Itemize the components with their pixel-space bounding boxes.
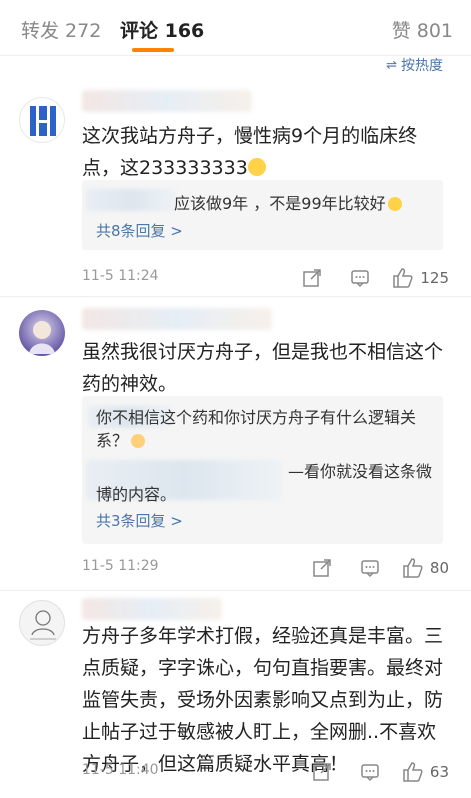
comment-icon[interactable] — [336, 266, 384, 290]
user-avatar[interactable] — [19, 600, 65, 646]
tab-likes[interactable]: 赞 801 — [392, 16, 453, 43]
comment-item: 虽然我很讨厌方舟子，但是我也不相信这个药的神效。 你不相信这个药和你讨厌方舟子有… — [0, 300, 471, 590]
comment-divider — [0, 590, 471, 591]
tearful-emoji — [387, 197, 402, 211]
user-avatar[interactable] — [19, 97, 65, 143]
repost-icon[interactable] — [288, 266, 336, 290]
like-button[interactable]: 80 — [402, 557, 449, 579]
repost-icon[interactable] — [298, 760, 346, 784]
cross-emoji — [131, 434, 146, 448]
reply-text: 你不相信这个药和你讨厌方舟子有什么逻辑关系？ — [96, 408, 417, 450]
reply-text: —看你就没看这条微博的内容。 — [96, 462, 433, 504]
comment-item: 方舟子多年学术打假，经验还真是丰富。三点质疑，字字诛心，句句直指要害。最终对监管… — [0, 594, 471, 798]
smile-emoji — [247, 158, 266, 176]
comment-item: 这次我站方舟子，慢性病9个月的临床终点，这233333333 应该做9年 ，不是… — [0, 86, 471, 296]
more-replies-link[interactable]: 共3条回复 > — [96, 510, 183, 531]
thumbs-up-icon — [392, 267, 414, 289]
comment-time: 11-5 11:40 — [82, 762, 159, 778]
comment-text: 虽然我很讨厌方舟子，但是我也不相信这个药的神效。 — [82, 341, 444, 395]
reply-preview[interactable]: 应该做9年 ，不是99年比较好 共8条回复 > — [82, 180, 443, 250]
comment-tabs-bar: 转发 272 评论 166 赞 801 — [0, 0, 471, 56]
comment-time: 11-5 11:29 — [82, 558, 159, 574]
comment-text: 这次我站方舟子，慢性病9个月的临床终点，这233333333 — [82, 125, 418, 179]
comment-divider — [0, 296, 471, 297]
reply-text: 应该做9年 ，不是99年比较好 — [174, 190, 402, 214]
repost-icon[interactable] — [298, 556, 346, 580]
tab-comments[interactable]: 评论 166 — [120, 16, 204, 43]
like-button[interactable]: 63 — [402, 761, 449, 783]
more-replies-link[interactable]: 共8条回复 > — [96, 220, 183, 241]
comment-actions: 125 — [288, 266, 449, 290]
sort-by-hot-button[interactable]: ⇌ 按热度 — [386, 55, 443, 75]
comment-actions: 63 — [298, 760, 449, 784]
comment-icon[interactable] — [346, 556, 394, 580]
anime-avatar-icon — [29, 321, 55, 354]
logo-avatar-icon — [30, 106, 56, 136]
comment-text: 方舟子多年学术打假，经验还真是丰富。三点质疑，字字诛心，句句直指要害。最终对监管… — [82, 625, 444, 775]
comment-icon[interactable] — [346, 760, 394, 784]
blurred-username[interactable] — [82, 90, 252, 112]
like-count: 63 — [429, 763, 449, 781]
comment-actions: 80 — [298, 556, 449, 580]
active-tab-indicator — [132, 48, 174, 52]
sketch-avatar-icon — [30, 610, 56, 640]
thumbs-up-icon — [402, 761, 424, 783]
thumbs-up-icon — [402, 557, 424, 579]
blurred-username[interactable] — [82, 598, 222, 620]
like-button[interactable]: 125 — [392, 267, 449, 289]
tab-repost[interactable]: 转发 272 — [21, 16, 101, 43]
user-avatar[interactable] — [19, 310, 65, 356]
sort-lines-icon: ⇌ — [386, 57, 397, 73]
blurred-reply-user — [86, 189, 176, 211]
comment-time: 11-5 11:24 — [82, 268, 159, 284]
reply-preview[interactable]: 你不相信这个药和你讨厌方舟子有什么逻辑关系？ —看你就没看这条微博的内容。 共3… — [82, 396, 443, 544]
sort-label: 按热度 — [401, 58, 443, 74]
like-count: 80 — [429, 559, 449, 577]
like-count: 125 — [420, 269, 449, 287]
blurred-username[interactable] — [82, 308, 272, 330]
